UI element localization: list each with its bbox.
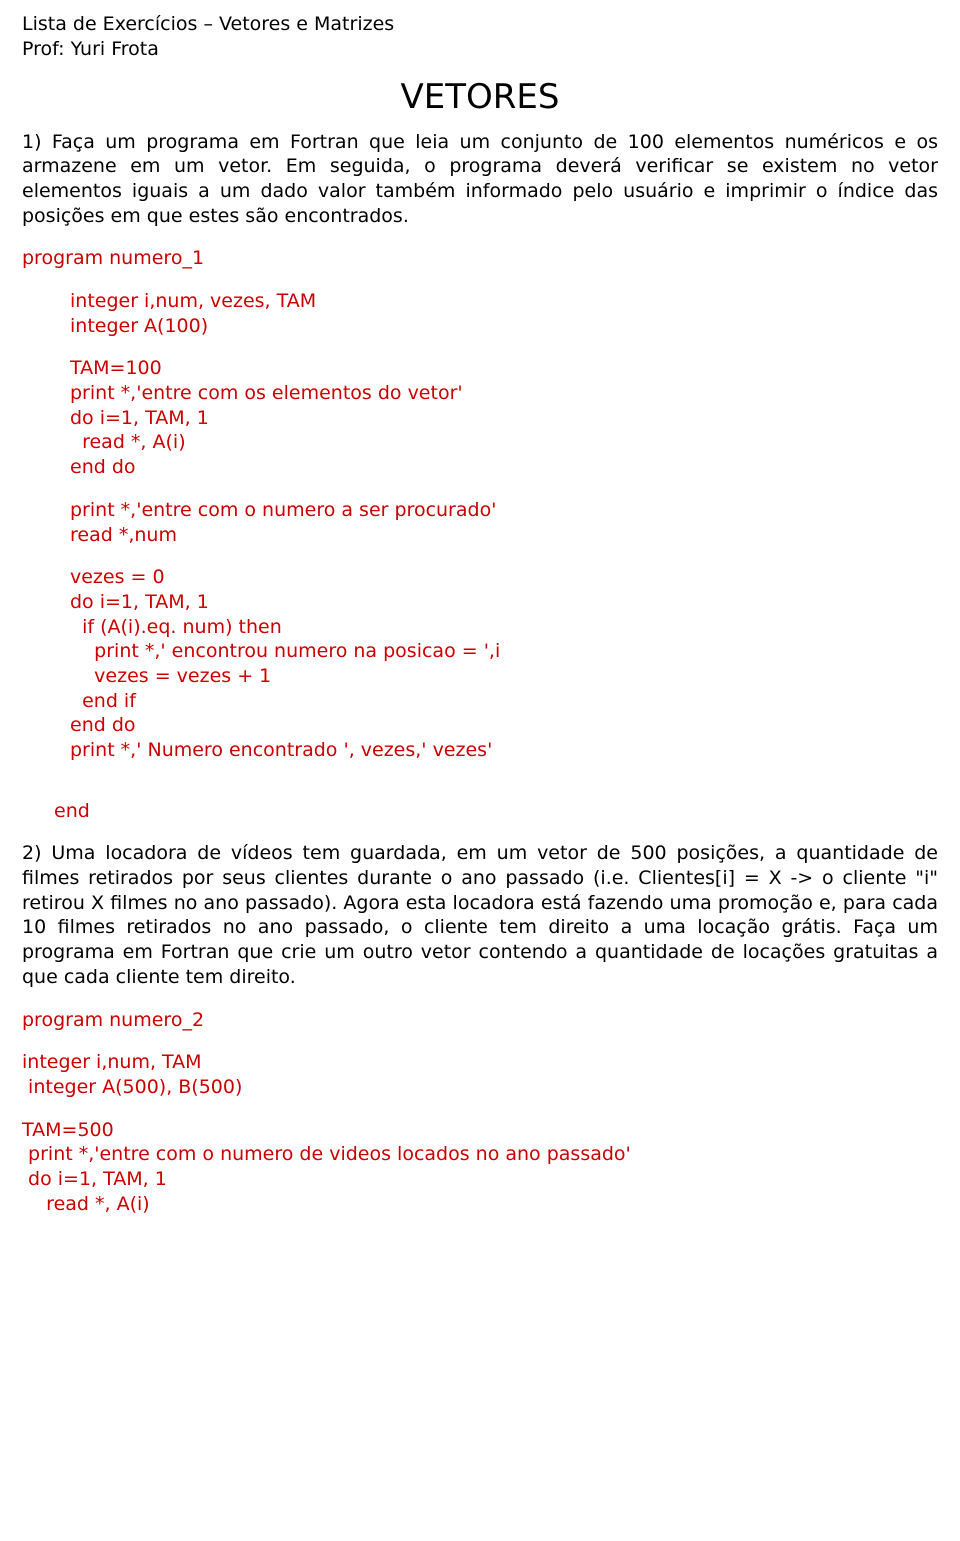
question-1-text: 1) Faça um programa em Fortran que leia … [22, 130, 938, 229]
code-line: print *,'entre com o numero a ser procur… [70, 498, 938, 523]
doc-header-title: Lista de Exercícios – Vetores e Matrizes [22, 12, 938, 37]
code-line: TAM=500 [22, 1118, 938, 1143]
code-line: do i=1, TAM, 1 [22, 1167, 938, 1192]
code-line: read *,num [70, 523, 938, 548]
code-line: vezes = vezes + 1 [70, 664, 938, 689]
code-line: integer A(100) [70, 314, 938, 339]
page-title: VETORES [22, 75, 938, 119]
code-line: read *, A(i) [22, 1192, 938, 1217]
code-line: print *,'entre com os elementos do vetor… [70, 381, 938, 406]
code-line: integer i,num, TAM [22, 1050, 938, 1075]
code-line: TAM=100 [70, 356, 938, 381]
code-line: end if [70, 689, 938, 714]
code-line: if (A(i).eq. num) then [70, 615, 938, 640]
code-line: print *,'entre com o numero de videos lo… [22, 1142, 938, 1167]
code-line: program numero_2 [22, 1008, 938, 1033]
code-line: print *,' encontrou numero na posicao = … [70, 639, 938, 664]
code-line: program numero_1 [22, 246, 938, 271]
question-2-text: 2) Uma locadora de vídeos tem guardada, … [22, 841, 938, 989]
code-line: end do [70, 455, 938, 480]
code-line: read *, A(i) [70, 430, 938, 455]
doc-header-author: Prof: Yuri Frota [22, 37, 938, 62]
code-line: do i=1, TAM, 1 [70, 590, 938, 615]
code-line: end do [70, 713, 938, 738]
code-line: do i=1, TAM, 1 [70, 406, 938, 431]
code-line: integer A(500), B(500) [22, 1075, 938, 1100]
code-line: vezes = 0 [70, 565, 938, 590]
code-line: integer i,num, vezes, TAM [70, 289, 938, 314]
code-line: end [22, 799, 938, 824]
code-line: print *,' Numero encontrado ', vezes,' v… [70, 738, 938, 763]
